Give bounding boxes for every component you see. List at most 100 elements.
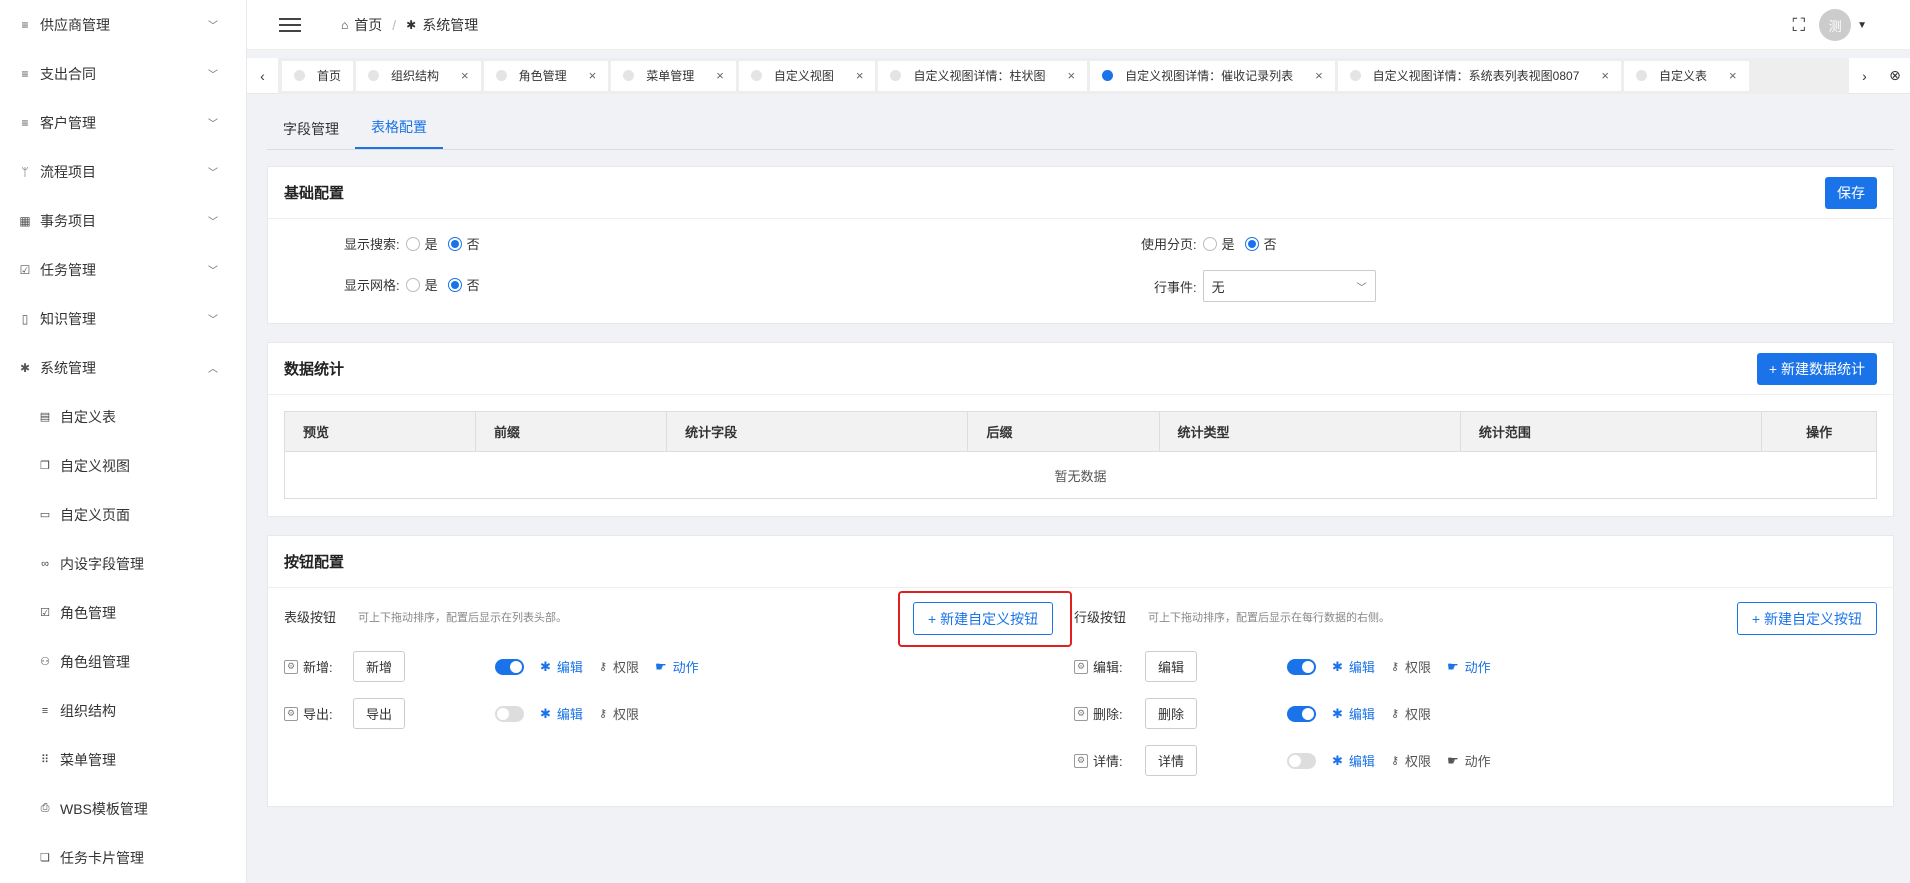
close-all-tabs-icon[interactable]: ⊗ (1880, 58, 1910, 94)
tab-view-detail-bar[interactable]: 自定义视图详情：柱状图 × (878, 60, 1088, 91)
stats-card: 数据统计 + 新建数据统计 预览 前缀 统计字段 后缀 统计类型 统计范围 操作… (267, 342, 1894, 517)
action-link[interactable]: ☛ 动作 (1447, 751, 1491, 770)
edit-link[interactable]: ✱ 编辑 (1332, 751, 1375, 770)
tab-home[interactable]: 首页 (282, 60, 354, 91)
enable-toggle[interactable] (495, 658, 525, 675)
save-button[interactable]: 保存 (1825, 176, 1877, 209)
column-header: 预览 (283, 411, 477, 452)
sidebar-item-tasks[interactable]: ☑ 任务管理 ﹀ (0, 245, 246, 294)
table-level-hint: 可上下拖动排序，配置后显示在列表头部。 (358, 611, 568, 624)
chevron-down-icon: ﹀ (208, 21, 218, 32)
caret-down-icon[interactable]: ▼ (1857, 20, 1867, 31)
new-stat-button[interactable]: + 新建数据统计 (1756, 352, 1877, 385)
drag-handle-icon[interactable]: ⚙ (1074, 706, 1088, 721)
sidebar-subitem-custom-view[interactable]: ❐ 自定义视图 (0, 441, 246, 490)
sidebar-subitem-menu[interactable]: ⠿ 菜单管理 (0, 735, 246, 784)
row-level-label: 行级按钮 (1074, 610, 1127, 625)
button-preview[interactable]: 导出 (353, 698, 406, 729)
close-icon[interactable]: × (461, 68, 469, 83)
show-grid-yes[interactable]: 是 (405, 275, 438, 294)
button-preview[interactable]: 新增 (353, 651, 406, 682)
use-paging-yes[interactable]: 是 (1202, 234, 1235, 253)
edit-link[interactable]: ✱ 编辑 (540, 704, 583, 723)
button-preview[interactable]: 删除 (1145, 698, 1198, 729)
sidebar-subitem-role-groups[interactable]: ⚇ 角色组管理 (0, 637, 246, 686)
tab-menu[interactable]: 菜单管理 × (611, 60, 736, 91)
sidebar-item-customer[interactable]: ≡ 客户管理 ﹀ (0, 98, 246, 147)
action-link[interactable]: ☛ 动作 (1447, 657, 1491, 676)
tab-view-detail-collection[interactable]: 自定义视图详情：催收记录列表 × (1090, 60, 1335, 91)
close-icon[interactable]: × (1729, 68, 1737, 83)
enable-toggle[interactable] (1287, 752, 1317, 769)
enable-toggle[interactable] (495, 705, 525, 722)
show-search-yes[interactable]: 是 (405, 234, 438, 253)
close-icon[interactable]: × (856, 68, 864, 83)
tab-org[interactable]: 组织结构 × (356, 60, 481, 91)
tabs-scroll-left-icon[interactable]: ‹ (247, 57, 279, 94)
drag-handle-icon[interactable]: ⚙ (284, 706, 298, 721)
permission-link[interactable]: ⚷ 权限 (599, 704, 639, 723)
breadcrumb-home[interactable]: 首页 (354, 15, 382, 35)
sidebar-subitem-task-cards[interactable]: ❏ 任务卡片管理 (0, 833, 246, 882)
close-icon[interactable]: × (716, 68, 724, 83)
gear-icon: ✱ (1332, 658, 1343, 674)
button-preview[interactable]: 详情 (1145, 745, 1198, 776)
tab-field-management[interactable]: 字段管理 (267, 119, 355, 149)
tab-roles[interactable]: 角色管理 × (483, 60, 609, 91)
fullscreen-icon[interactable]: ⛶ (1792, 15, 1805, 36)
gear-icon: ✱ (1332, 752, 1343, 768)
sidebar-subitem-builtin-fields[interactable]: ∞ 内设字段管理 (0, 539, 246, 588)
enable-toggle[interactable] (1287, 658, 1317, 675)
avatar[interactable]: 测 (1819, 9, 1852, 41)
sidebar-item-supplier[interactable]: ≡ 供应商管理 ﹀ (0, 0, 246, 49)
sidebar-item-affairs[interactable]: ▦ 事务项目 ﹀ (0, 196, 246, 245)
close-icon[interactable]: × (1315, 68, 1323, 83)
enable-toggle[interactable] (1287, 705, 1317, 722)
show-grid-no[interactable]: 否 (447, 275, 480, 294)
tabs-scroll-right-icon[interactable]: › (1848, 57, 1880, 94)
tab-custom-table[interactable]: 自定义表 × (1623, 60, 1749, 91)
copy-icon: ❐ (40, 460, 50, 472)
button-preview[interactable]: 编辑 (1145, 651, 1198, 682)
close-icon[interactable]: × (1067, 68, 1075, 83)
permission-link[interactable]: ⚷ 权限 (1391, 704, 1431, 723)
edit-link[interactable]: ✱ 编辑 (540, 657, 583, 676)
tab-table-config[interactable]: 表格配置 (355, 117, 443, 149)
close-icon[interactable]: × (589, 68, 597, 83)
sidebar-item-process[interactable]: ᛘ 流程项目 ﹀ (0, 147, 246, 196)
tab-custom-view[interactable]: 自定义视图 × (738, 60, 876, 91)
close-icon[interactable]: × (1601, 68, 1609, 83)
key-icon: ⚷ (598, 661, 607, 673)
drag-handle-icon[interactable]: ⚙ (284, 659, 298, 674)
edit-link[interactable]: ✱ 编辑 (1332, 704, 1375, 723)
sidebar-item-knowledge[interactable]: ▯ 知识管理 ﹀ (0, 294, 246, 343)
hand-pointer-icon: ☛ (1447, 658, 1459, 674)
sidebar-subitem-org[interactable]: ≡ 组织结构 (0, 686, 246, 735)
new-row-button[interactable]: + 新建自定义按钮 (1736, 602, 1877, 635)
chevron-down-icon: ﹀ (208, 217, 218, 228)
drag-handle-icon[interactable]: ⚙ (1074, 753, 1088, 768)
show-search-no[interactable]: 否 (447, 234, 480, 253)
chevron-down-icon: ﹀ (208, 266, 218, 277)
menu-toggle-icon[interactable] (279, 17, 301, 32)
action-link[interactable]: ☛ 动作 (655, 657, 699, 676)
gear-icon: ✱ (540, 658, 551, 674)
permission-link[interactable]: ⚷ 权限 (1391, 657, 1431, 676)
use-paging-no[interactable]: 否 (1244, 234, 1277, 253)
drag-handle-icon[interactable]: ⚙ (1074, 659, 1088, 674)
edit-link[interactable]: ✱ 编辑 (1332, 657, 1375, 676)
key-icon: ⚷ (1390, 755, 1399, 767)
row-event-select[interactable]: 无 ﹀ (1202, 270, 1376, 302)
permission-link[interactable]: ⚷ 权限 (599, 657, 639, 676)
chevron-down-icon: ﹀ (1356, 282, 1367, 294)
sidebar-subitem-custom-table[interactable]: ▤ 自定义表 (0, 392, 246, 441)
sidebar-item-contract[interactable]: ≡ 支出合同 ﹀ (0, 49, 246, 98)
permission-link[interactable]: ⚷ 权限 (1391, 751, 1431, 770)
tab-view-detail-system[interactable]: 自定义视图详情：系统表列表视图0807 × (1337, 60, 1621, 91)
sidebar-subitem-custom-page[interactable]: ▭ 自定义页面 (0, 490, 246, 539)
sidebar-subitem-wbs[interactable]: ⎙ WBS模板管理 (0, 784, 246, 833)
cards-icon: ❏ (40, 852, 50, 864)
sidebar-item-system[interactable]: ✱ 系统管理 ︿ (0, 343, 246, 392)
tabs-bar: ‹ 首页 组织结构 × 角色管理 × 菜单管理 × 自定义视图 × 自定义视图详情：柱状… (247, 57, 1910, 94)
sidebar-subitem-roles[interactable]: ☑ 角色管理 (0, 588, 246, 637)
